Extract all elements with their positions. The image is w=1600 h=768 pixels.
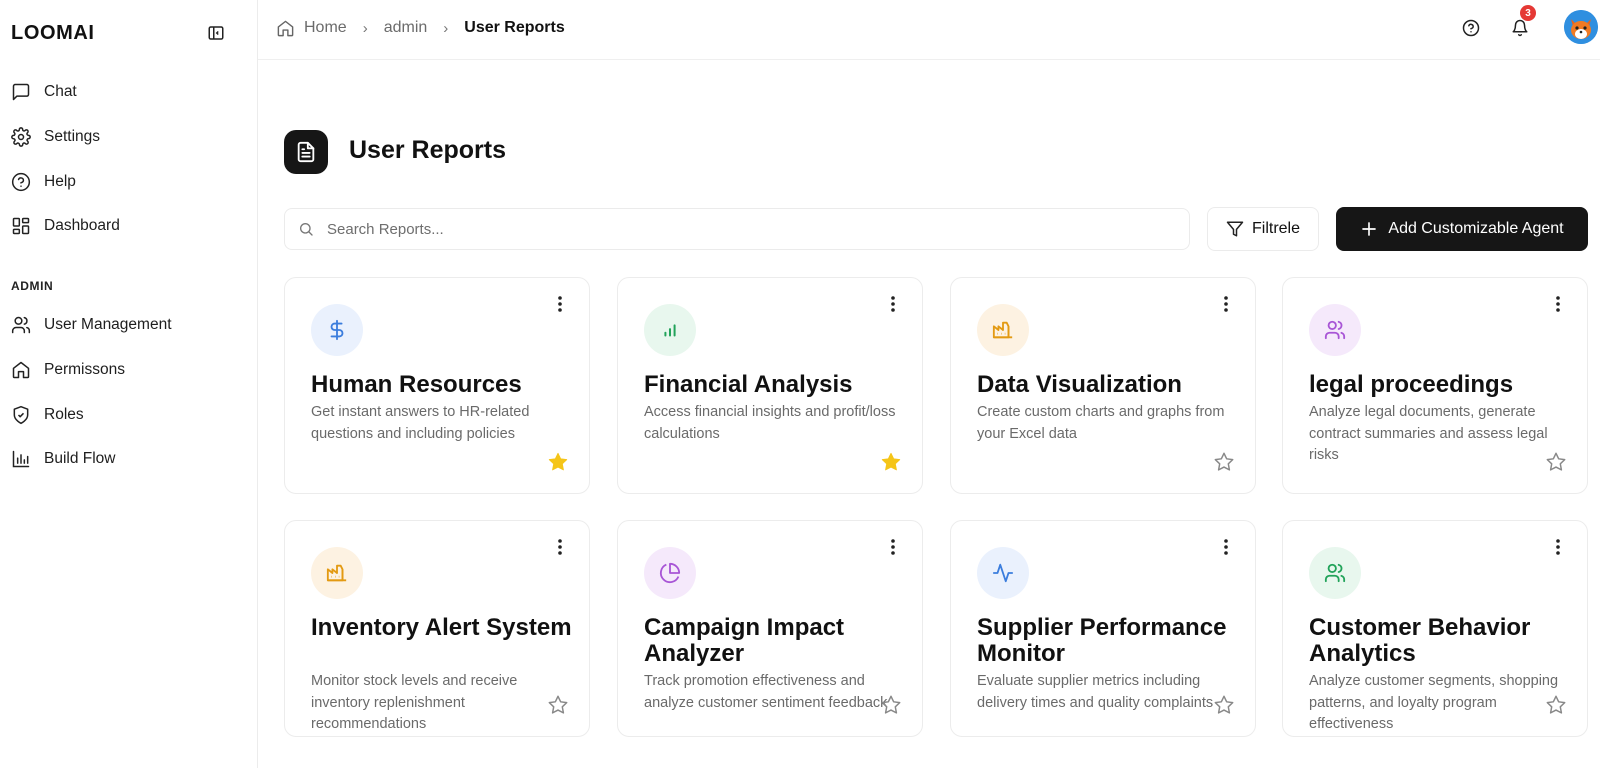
sidebar-toggle-icon[interactable] <box>205 22 227 44</box>
dollar-icon <box>311 304 363 356</box>
breadcrumb: Home › admin › User Reports <box>276 16 565 40</box>
sidebar-item-settings[interactable]: Settings <box>10 121 246 153</box>
search-icon <box>297 220 315 238</box>
document-icon <box>284 130 328 174</box>
sidebar-item-label: Permissons <box>44 361 125 378</box>
more-vertical-icon[interactable] <box>1549 537 1567 557</box>
star-icon[interactable] <box>547 694 569 716</box>
help-circle-icon[interactable] <box>1460 17 1482 39</box>
report-card[interactable]: Customer Behavior Analytics Analyze cust… <box>1282 520 1588 737</box>
card-description: Access financial insights and profit/los… <box>644 404 896 442</box>
brand-logo: LOOMAI <box>11 22 95 44</box>
report-card[interactable]: Human Resources Get instant answers to H… <box>284 277 590 494</box>
card-title: Campaign Impact Analyzer <box>644 614 845 667</box>
star-icon[interactable] <box>1213 694 1235 716</box>
card-title: legal proceedings <box>1309 371 1514 398</box>
bar-chart-icon <box>644 304 696 356</box>
sidebar-item-user-management[interactable]: User Management <box>10 309 246 341</box>
sidebar-item-dashboard[interactable]: Dashboard <box>10 210 246 242</box>
report-card[interactable]: Inventory Alert System Monitor stock lev… <box>284 520 590 737</box>
report-card[interactable]: Data Visualization Create custom charts … <box>950 277 1256 494</box>
breadcrumb-current: User Reports <box>464 19 565 36</box>
shield-check-icon <box>10 404 32 426</box>
star-icon[interactable] <box>880 694 902 716</box>
breadcrumb-home[interactable]: Home <box>304 19 347 37</box>
chevron-right-icon: › <box>362 19 368 37</box>
help-circle-icon <box>10 171 32 193</box>
search-bar <box>284 208 1190 250</box>
sidebar-item-label: Chat <box>44 83 77 100</box>
star-icon[interactable] <box>1545 451 1567 473</box>
card-description: Get instant answers to HR-related questi… <box>311 404 530 442</box>
search-input[interactable] <box>327 220 1167 238</box>
report-card[interactable]: Campaign Impact Analyzer Track promotion… <box>617 520 923 737</box>
card-description: Analyze customer segments, shopping patt… <box>1309 673 1559 732</box>
home-icon <box>10 359 32 381</box>
avatar[interactable] <box>1564 10 1598 44</box>
more-vertical-icon[interactable] <box>884 294 902 314</box>
card-title: Supplier Performance Monitor <box>977 614 1227 667</box>
card-description: Analyze legal documents, generate contra… <box>1309 404 1548 463</box>
factory-icon <box>977 304 1029 356</box>
more-vertical-icon[interactable] <box>1549 294 1567 314</box>
breadcrumb-admin[interactable]: admin <box>384 19 428 37</box>
admin-section-label: ADMIN <box>11 279 54 293</box>
report-card[interactable]: Supplier Performance Monitor Evaluate su… <box>950 520 1256 737</box>
more-vertical-icon[interactable] <box>551 537 569 557</box>
more-vertical-icon[interactable] <box>551 294 569 314</box>
top-header: Home › admin › User Reports 3 <box>258 0 1600 60</box>
star-filled-icon[interactable] <box>547 451 569 473</box>
filter-button[interactable]: Filtrele <box>1207 207 1319 251</box>
users-icon <box>10 314 32 336</box>
card-description: Create custom charts and graphs from you… <box>977 404 1225 442</box>
home-icon[interactable] <box>276 18 296 38</box>
page-title: User Reports <box>349 136 506 164</box>
card-description: Track promotion effectiveness and analyz… <box>644 673 888 711</box>
sidebar-item-label: Settings <box>44 128 101 145</box>
more-vertical-icon[interactable] <box>1217 294 1235 314</box>
dashboard-icon <box>10 215 32 237</box>
more-vertical-icon[interactable] <box>1217 537 1235 557</box>
factory-icon <box>311 547 363 599</box>
add-button-label: Add Customizable Agent <box>1388 220 1564 237</box>
report-card[interactable]: Financial Analysis Access financial insi… <box>617 277 923 494</box>
card-title: Human Resources <box>311 371 522 398</box>
sidebar-item-label: Roles <box>44 406 84 423</box>
filter-button-label: Filtrele <box>1251 220 1300 237</box>
activity-icon <box>977 547 1029 599</box>
plus-icon <box>1360 220 1378 238</box>
sidebar-item-label: User Management <box>44 316 172 333</box>
card-title: Inventory Alert System <box>311 614 572 641</box>
pie-chart-icon <box>644 547 696 599</box>
star-icon[interactable] <box>1213 451 1235 473</box>
sidebar: LOOMAI Chat Settings Help Dashboard ADMI… <box>0 0 258 768</box>
card-description: Evaluate supplier metrics including deli… <box>977 673 1214 711</box>
sidebar-item-build-flow[interactable]: Build Flow <box>10 443 246 475</box>
star-filled-icon[interactable] <box>880 451 902 473</box>
more-vertical-icon[interactable] <box>884 537 902 557</box>
message-square-icon <box>10 81 32 103</box>
sidebar-item-label: Dashboard <box>44 217 120 234</box>
star-icon[interactable] <box>1545 694 1567 716</box>
card-title: Financial Analysis <box>644 371 853 398</box>
sidebar-item-chat[interactable]: Chat <box>10 76 246 108</box>
sidebar-item-label: Help <box>44 173 76 190</box>
filter-icon <box>1226 220 1244 238</box>
users-icon <box>1309 304 1361 356</box>
gear-icon <box>10 126 32 148</box>
sidebar-item-help[interactable]: Help <box>10 166 246 198</box>
sidebar-item-label: Build Flow <box>44 450 116 467</box>
chevron-right-icon: › <box>443 19 449 37</box>
card-description: Monitor stock levels and receive invento… <box>311 673 518 732</box>
card-title: Data Visualization <box>977 371 1182 398</box>
bar-chart-icon <box>10 448 32 470</box>
notification-badge: 3 <box>1520 5 1536 21</box>
card-title: Customer Behavior Analytics <box>1309 614 1531 667</box>
add-customizable-agent-button[interactable]: Add Customizable Agent <box>1336 207 1588 251</box>
report-card[interactable]: legal proceedings Analyze legal document… <box>1282 277 1588 494</box>
users-icon <box>1309 547 1361 599</box>
sidebar-item-permissions[interactable]: Permissons <box>10 354 246 386</box>
sidebar-item-roles[interactable]: Roles <box>10 399 246 431</box>
